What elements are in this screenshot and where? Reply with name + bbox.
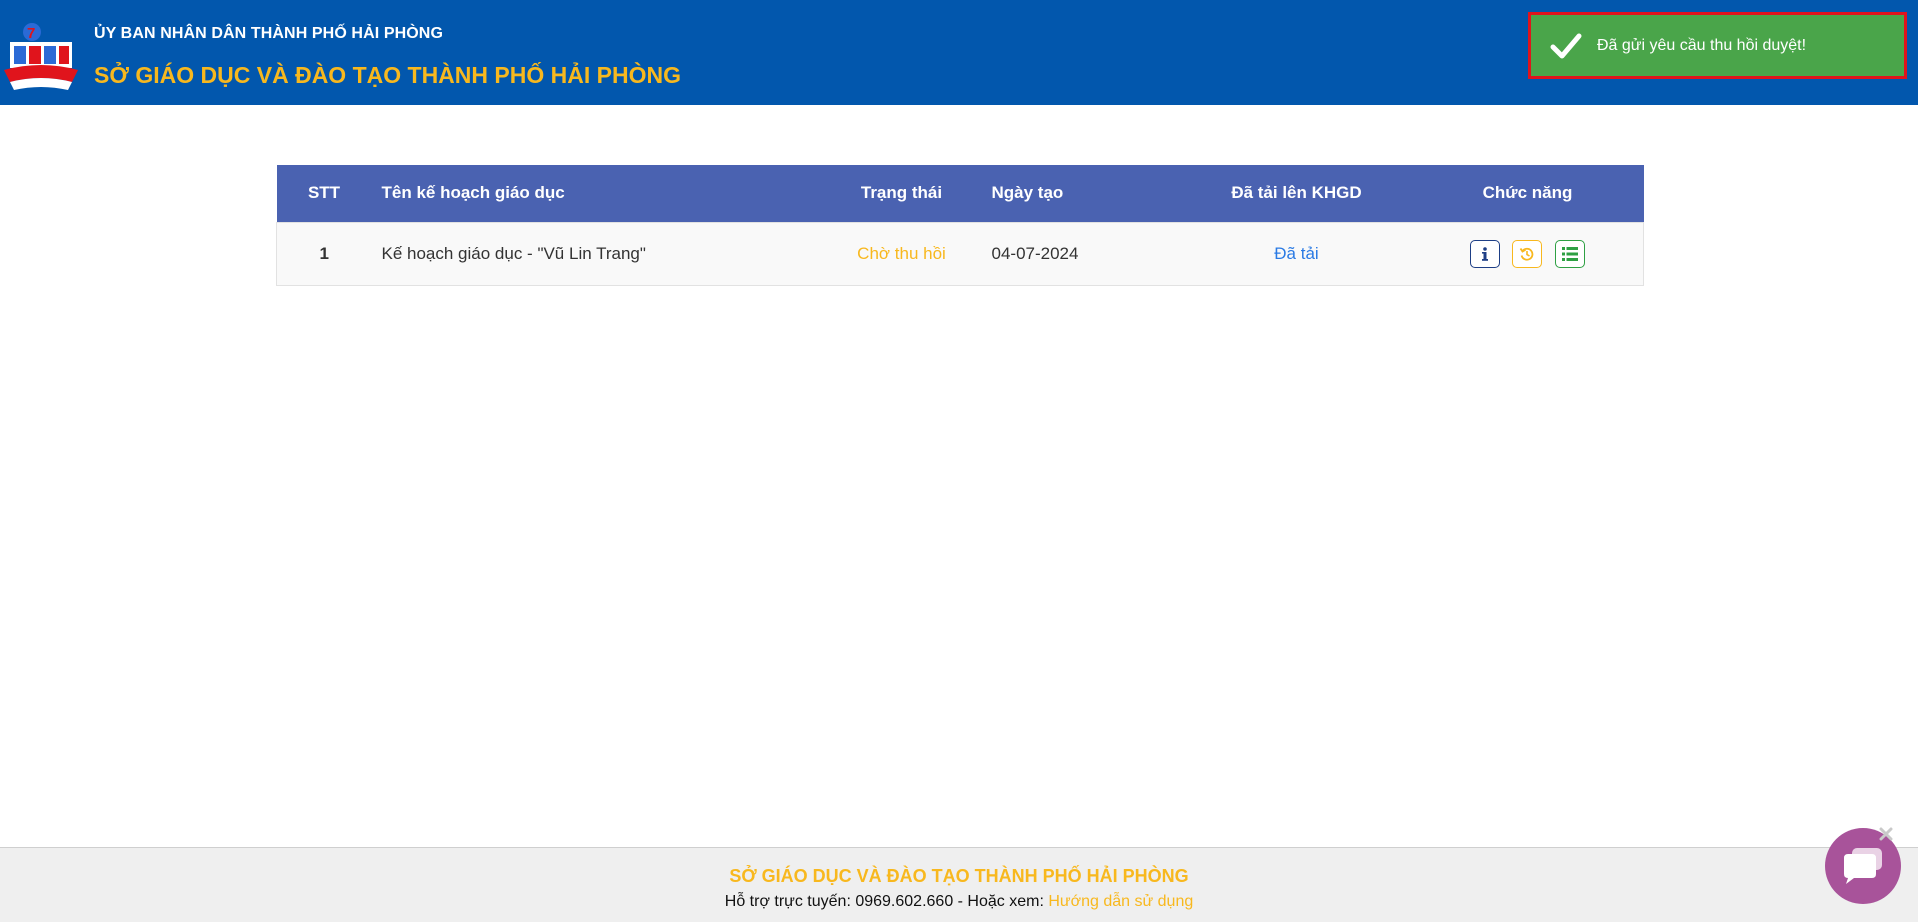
list-button[interactable] [1554, 239, 1585, 268]
svg-text:7: 7 [27, 25, 35, 42]
close-icon [1879, 827, 1893, 841]
column-actions: Chức năng [1482, 183, 1573, 203]
footer-title: SỞ GIÁO DỤC VÀ ĐÀO TẠO THÀNH PHỐ HẢI PHÒ… [729, 866, 1189, 886]
footer-support: Hỗ trợ trực tuyến: 0969.602.660 - Hoặc x… [0, 893, 1918, 911]
page-footer: SỞ GIÁO DỤC VÀ ĐÀO TẠO THÀNH PHỐ HẢI PHÒ… [0, 847, 1918, 922]
uploaded-link[interactable]: Đã tải [1274, 244, 1318, 263]
row-created-date: 04-07-2024 [991, 243, 1079, 263]
revoke-button[interactable] [1512, 239, 1543, 268]
success-toast[interactable]: Đã gửi yêu cầu thu hồi duyệt! [1528, 12, 1907, 79]
column-uploaded: Đã tải lên KHGD [1231, 183, 1362, 203]
chat-close-button[interactable] [1876, 824, 1896, 844]
support-hotline-text: Hỗ trợ trực tuyến: 0969.602.660 - Hoặc x… [724, 893, 1049, 910]
toast-message: Đã gửi yêu cầu thu hồi duyệt! [1597, 36, 1807, 54]
education-plan-table: STT Tên kế hoạch giáo dục Trạng thái Ngà… [276, 165, 1644, 286]
info-icon [1481, 246, 1488, 261]
row-actions [1412, 222, 1644, 285]
education-department-logo[interactable]: 7 [2, 12, 80, 94]
column-created-date: Ngày tạo [991, 183, 1064, 203]
table-row: 1 Kế hoạch giáo dục - "Vũ Lin Trang" Chờ… [276, 222, 1644, 285]
revoke-icon [1520, 247, 1534, 261]
row-uploaded: Đã tải [1182, 222, 1412, 285]
check-icon [1550, 33, 1582, 58]
row-stt: 1 [319, 243, 329, 263]
row-status: Chờ thu hồi [822, 222, 982, 285]
user-guide-link[interactable]: Hướng dẫn sử dụng [1048, 893, 1193, 910]
list-icon [1561, 246, 1578, 261]
column-status: Trạng thái [860, 183, 943, 203]
row-plan-name: Kế hoạch giáo dục - "Vũ Lin Trang" [381, 243, 646, 263]
org-name: ỦY BAN NHÂN DÂN THÀNH PHỐ HẢI PHÒNG [94, 25, 443, 42]
department-name: SỞ GIÁO DỤC VÀ ĐÀO TẠO THÀNH PHỐ HẢI PHÒ… [94, 62, 681, 88]
table-header-row: STT Tên kế hoạch giáo dục Trạng thái Ngà… [276, 165, 1644, 222]
info-button[interactable] [1469, 239, 1500, 268]
status-badge: Chờ thu hồi [857, 243, 946, 263]
chat-bubble-icon [1844, 848, 1882, 884]
column-stt: STT [307, 183, 341, 203]
column-plan-name: Tên kế hoạch giáo dục [381, 183, 565, 203]
